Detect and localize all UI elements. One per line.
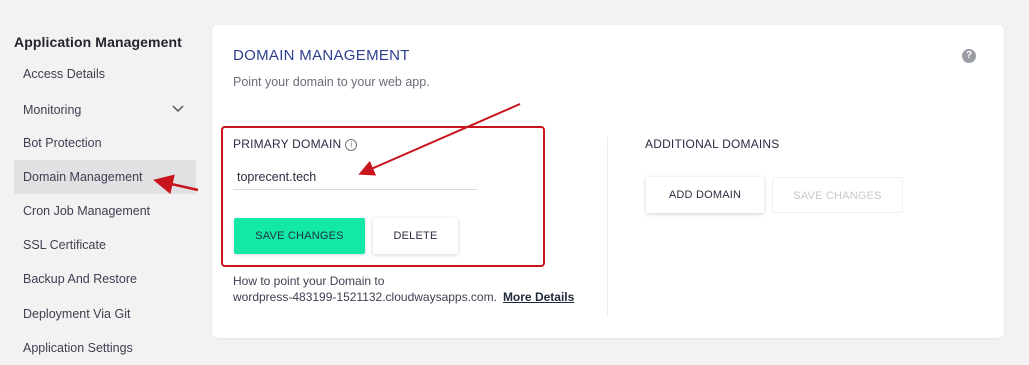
sidebar-item-deployment-via-git[interactable]: Deployment Via Git <box>14 297 196 331</box>
domain-management-card: DOMAIN MANAGEMENT Point your domain to y… <box>212 25 1004 338</box>
sidebar-item-label: Bot Protection <box>23 136 102 150</box>
sidebar-item-access-details[interactable]: Access Details <box>14 57 196 91</box>
primary-domain-label: PRIMARY DOMAIN i <box>233 137 358 151</box>
info-icon[interactable]: i <box>345 139 358 151</box>
page-title: DOMAIN MANAGEMENT <box>233 47 410 64</box>
sidebar-item-bot-protection[interactable]: Bot Protection <box>14 126 196 160</box>
sidebar-item-application-settings[interactable]: Application Settings <box>14 331 196 365</box>
sidebar-item-label: Domain Management <box>23 170 143 184</box>
sidebar-item-label: Backup And Restore <box>23 272 137 286</box>
cname-target: wordpress-483199-1521132.cloudwaysapps.c… <box>233 290 497 304</box>
add-domain-button[interactable]: ADD DOMAIN <box>646 177 764 213</box>
sidebar-item-label: Cron Job Management <box>23 204 151 218</box>
help-icon[interactable]: ? <box>962 49 976 63</box>
additional-domains-label: ADDITIONAL DOMAINS <box>645 137 780 151</box>
howto-text: How to point your Domain to wordpress-48… <box>233 273 574 305</box>
sidebar-item-backup-and-restore[interactable]: Backup And Restore <box>14 262 196 296</box>
sidebar-item-label: Deployment Via Git <box>23 307 131 321</box>
save-changes-button[interactable]: SAVE CHANGES <box>234 218 365 254</box>
chevron-down-icon[interactable] <box>172 93 184 113</box>
sidebar-item-cron-job-management[interactable]: Cron Job Management <box>14 194 196 228</box>
page-subtitle: Point your domain to your web app. <box>233 75 430 89</box>
delete-button[interactable]: DELETE <box>373 218 458 254</box>
column-divider <box>607 137 608 317</box>
sidebar-item-label: Access Details <box>23 67 105 81</box>
howto-line-1: How to point your Domain to <box>233 274 385 288</box>
howto-line-2: wordpress-483199-1521132.cloudwaysapps.c… <box>233 289 574 305</box>
sidebar-item-ssl-certificate[interactable]: SSL Certificate <box>14 228 196 262</box>
save-changes-disabled-button: SAVE CHANGES <box>772 177 903 213</box>
primary-domain-label-text: PRIMARY DOMAIN <box>233 137 342 151</box>
sidebar-item-domain-management[interactable]: Domain Management <box>14 160 196 194</box>
sidebar-item-label: SSL Certificate <box>23 238 106 252</box>
more-details-link[interactable]: More Details <box>503 290 574 304</box>
sidebar-item-monitoring[interactable]: Monitoring <box>14 93 196 127</box>
primary-domain-input[interactable] <box>233 164 477 190</box>
sidebar-item-label: Monitoring <box>23 103 82 117</box>
sidebar-heading: Application Management <box>14 34 182 50</box>
sidebar: Application Management Access Details Mo… <box>0 0 200 361</box>
sidebar-item-label: Application Settings <box>23 341 133 355</box>
